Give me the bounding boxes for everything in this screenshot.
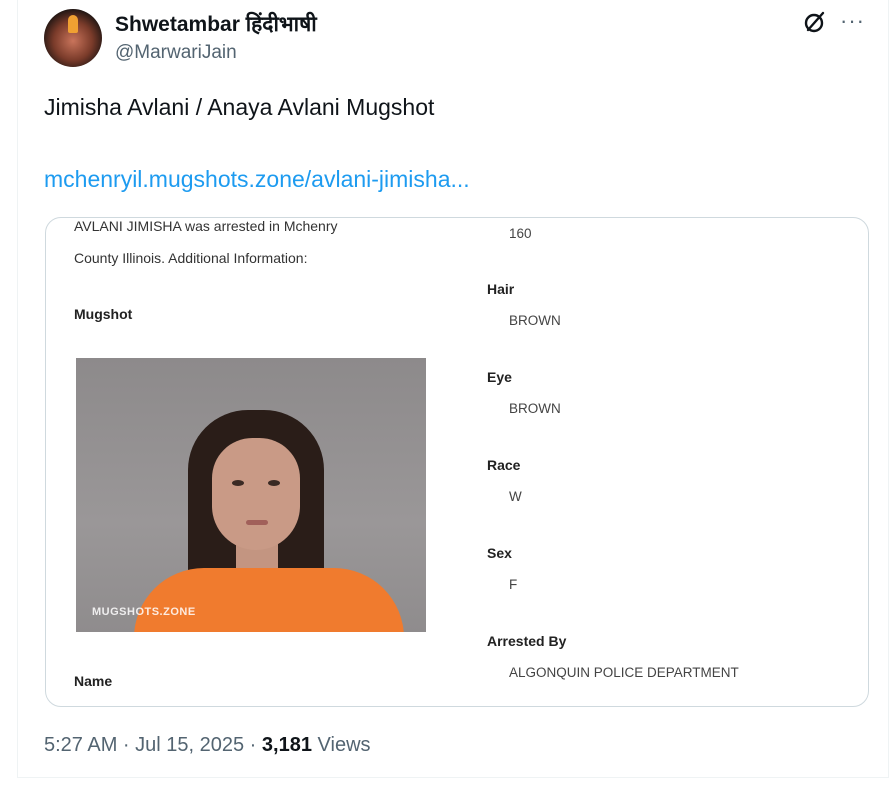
avatar-mark: [68, 15, 78, 33]
grok-icon[interactable]: [803, 10, 827, 34]
mugshot-image: MUGSHOTS.ZONE: [76, 358, 426, 632]
race-label: Race: [487, 457, 521, 473]
tweet-text: Jimisha Avlani / Anaya Avlani Mugshot: [44, 94, 435, 120]
race-value: W: [509, 489, 522, 504]
tweet: Shwetambar हिंदीभाषी @MarwariJain ··· Ji…: [17, 0, 889, 778]
eye-label: Eye: [487, 369, 512, 385]
mugshot-eye-left: [232, 480, 244, 486]
author-display-name[interactable]: Shwetambar हिंदीभाषी: [115, 10, 317, 38]
timestamp[interactable]: 5:27 AM · Jul 15, 2025 ·: [44, 734, 262, 756]
card-intro-line-2: County Illinois. Additional Information:: [74, 250, 308, 266]
sex-label: Sex: [487, 545, 512, 561]
mugshot-mouth: [246, 520, 268, 525]
views-label: Views: [311, 734, 371, 756]
hair-value: BROWN: [509, 313, 561, 328]
tweet-link[interactable]: mchenryil.mugshots.zone/avlani-jimisha..…: [44, 166, 470, 193]
mugshot-watermark: MUGSHOTS.ZONE: [92, 606, 196, 618]
arrested-by-value: ALGONQUIN POLICE DEPARTMENT: [509, 665, 739, 680]
sex-value: F: [509, 577, 518, 592]
mugshot-face: [212, 438, 300, 550]
hair-label: Hair: [487, 281, 515, 297]
mugshot-heading: Mugshot: [74, 306, 133, 322]
link-card[interactable]: AVLANI JIMISHA was arrested in Mchenry C…: [45, 217, 869, 707]
eye-value: BROWN: [509, 401, 561, 416]
name-heading: Name: [74, 673, 113, 689]
mugshot-eye-right: [268, 480, 280, 486]
card-intro-line-1: AVLANI JIMISHA was arrested in Mchenry: [74, 218, 338, 234]
more-icon[interactable]: ···: [840, 10, 865, 32]
author-handle[interactable]: @MarwariJain: [115, 42, 237, 64]
weight-value: 160: [509, 226, 532, 241]
views-count[interactable]: 3,181: [262, 734, 312, 756]
tweet-meta: 5:27 AM · Jul 15, 2025 · 3,181 Views: [44, 734, 371, 757]
avatar[interactable]: [44, 9, 102, 67]
arrested-by-label: Arrested By: [487, 633, 567, 649]
mugshot-shirt: [134, 568, 404, 632]
